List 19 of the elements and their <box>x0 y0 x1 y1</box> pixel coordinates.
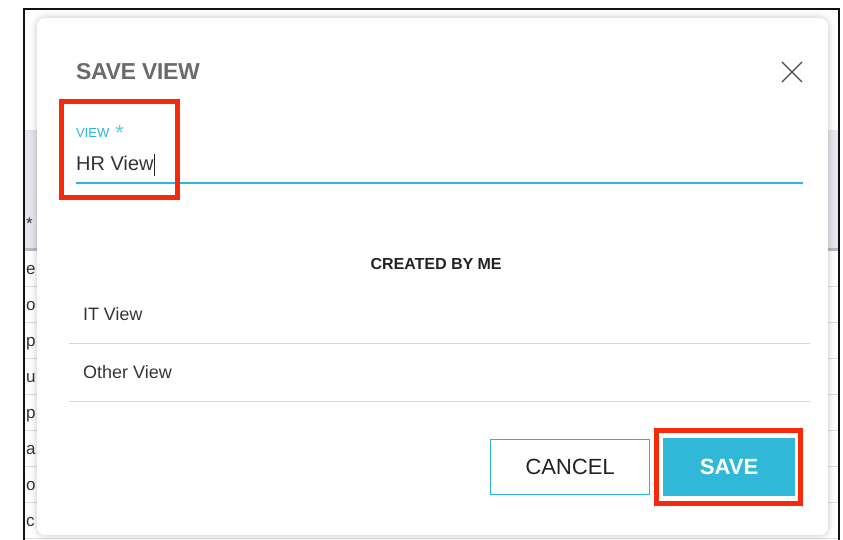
table-cell: o <box>25 474 36 494</box>
view-list-item[interactable]: Other View <box>69 344 810 402</box>
view-list-item[interactable]: IT View <box>69 286 810 344</box>
table-header-cell: * <box>25 214 33 234</box>
section-heading: CREATED BY ME <box>370 256 502 274</box>
table-cell: p <box>25 402 36 422</box>
view-input-field[interactable]: VIEW * HR View <box>76 125 803 184</box>
table-cell: c <box>25 510 34 530</box>
field-value: HR View <box>76 153 154 176</box>
field-label: VIEW <box>76 125 110 140</box>
table-cell: p <box>25 330 36 350</box>
table-cell: u <box>25 366 36 386</box>
required-mark: * <box>115 125 124 141</box>
table-cell: e <box>25 258 36 278</box>
table-cell: o <box>25 294 36 314</box>
close-icon[interactable] <box>781 60 803 82</box>
dialog-title: SAVE VIEW <box>76 58 200 85</box>
cancel-button[interactable]: CANCEL <box>490 439 650 495</box>
table-cell: a <box>25 438 36 458</box>
